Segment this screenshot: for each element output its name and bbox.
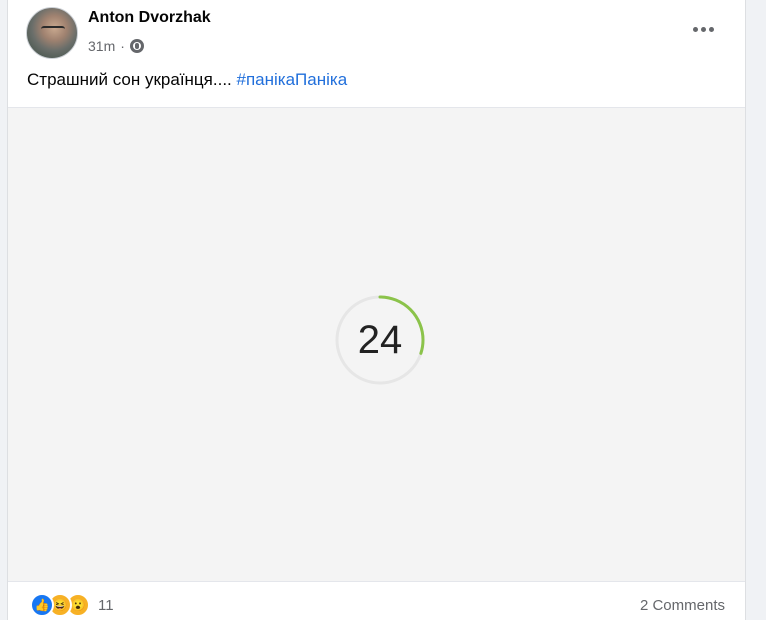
post-timestamp[interactable]: 31m: [88, 38, 115, 54]
post-text: Страшний сон українця.... #панікаПаніка: [27, 70, 347, 90]
comments-link[interactable]: 2 Comments: [640, 597, 725, 614]
reactions-summary[interactable]: 👍 😆 😮 11: [30, 593, 114, 617]
countdown-timer: 24: [335, 295, 425, 385]
hashtag-link[interactable]: #панікаПаніка: [237, 70, 348, 89]
author-avatar[interactable]: [26, 7, 78, 59]
dot-icon: [692, 26, 698, 32]
reaction-count: 11: [98, 596, 114, 614]
countdown-number: 24: [357, 317, 403, 362]
dot-icon: [700, 26, 706, 32]
author-name[interactable]: Anton Dvorzhak: [88, 9, 211, 27]
post-header: Anton Dvorzhak 31m ·: [8, 0, 745, 60]
post-card: Anton Dvorzhak 31m · Страшний сон україн…: [7, 0, 746, 620]
more-options-button[interactable]: [685, 18, 721, 40]
dot-icon: [708, 26, 714, 32]
meta-separator: ·: [120, 38, 125, 54]
post-media[interactable]: 24: [8, 107, 745, 582]
avatar-glasses: [41, 26, 65, 34]
post-meta: 31m ·: [88, 38, 144, 54]
like-icon: 👍: [30, 593, 54, 617]
globe-icon[interactable]: [129, 39, 144, 53]
post-body: Страшний сон українця....: [27, 70, 237, 89]
